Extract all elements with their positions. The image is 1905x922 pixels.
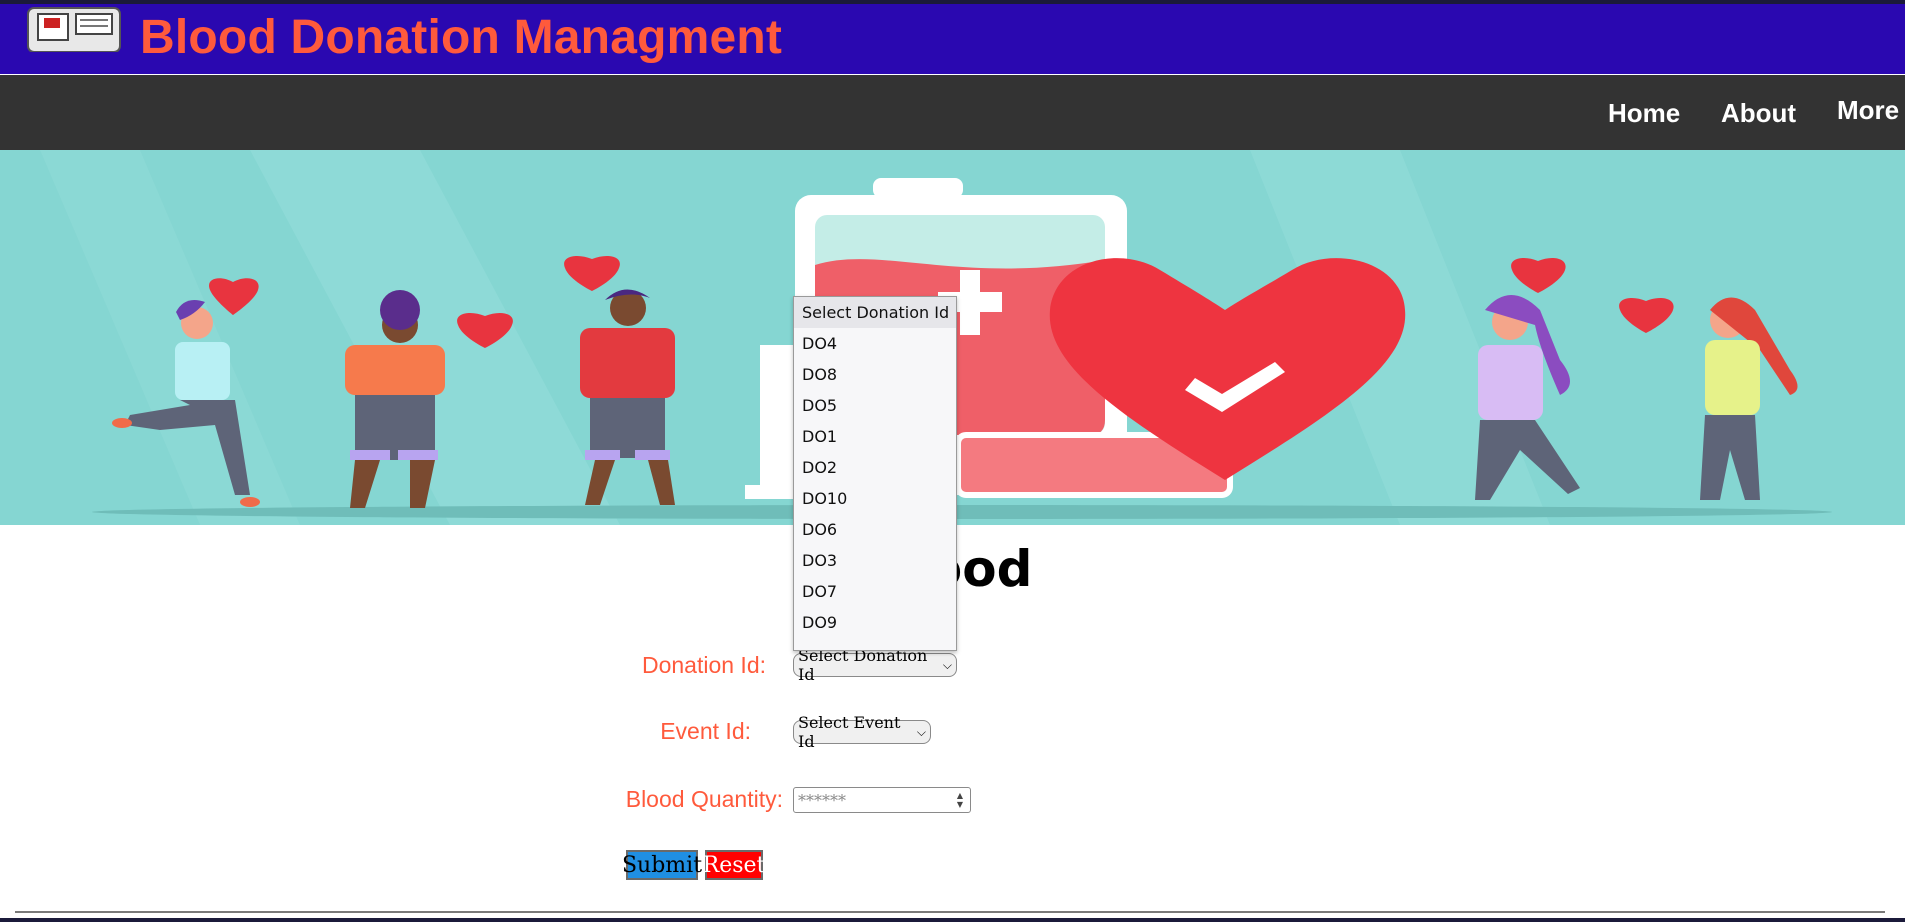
dropdown-option[interactable]: DO1	[794, 421, 956, 452]
dropdown-option[interactable]: DO9	[794, 607, 956, 638]
donation-id-label: Donation Id:	[641, 652, 766, 678]
logo-icon	[27, 7, 121, 52]
spinner-icon[interactable]: ▲ ▼	[952, 790, 968, 810]
dropdown-option[interactable]: DO8	[794, 359, 956, 390]
dropdown-option[interactable]: DO4	[794, 328, 956, 359]
event-id-label: Event Id:	[660, 718, 751, 744]
nav-home-link[interactable]: Home	[1608, 98, 1680, 129]
event-id-select-value: Select Event Id	[798, 713, 901, 751]
chevron-down-icon: ⌵	[942, 657, 952, 672]
site-header: Blood Donation Managment	[0, 4, 1905, 74]
dropdown-option[interactable]: Select Donation Id	[794, 297, 956, 328]
donation-id-dropdown-list[interactable]: Select Donation Id DO4 DO8 DO5 DO1 DO2 D…	[793, 296, 957, 651]
reset-button[interactable]: Reset	[703, 850, 765, 880]
nav-more-link[interactable]: More	[1837, 95, 1899, 126]
submit-button[interactable]: Submit	[622, 850, 702, 880]
nav-about-link[interactable]: About	[1721, 98, 1796, 129]
dropdown-option[interactable]: DO10	[794, 483, 956, 514]
bottom-strip	[0, 918, 1905, 922]
donation-id-select-value: Select Donation Id	[798, 646, 928, 684]
dropdown-option[interactable]: DO3	[794, 545, 956, 576]
navbar: Home About More	[0, 75, 1905, 150]
blood-quantity-input[interactable]: ****** ▲ ▼	[793, 787, 971, 813]
blood-quantity-label: Blood Quantity:	[625, 786, 783, 812]
dropdown-option[interactable]: DO7	[794, 576, 956, 607]
event-id-select[interactable]: Select Event Id ⌵	[793, 713, 931, 751]
site-title: Blood Donation Managment	[140, 11, 783, 64]
dropdown-option[interactable]: DO6	[794, 514, 956, 545]
chevron-down-icon: ⌵	[916, 724, 926, 739]
footer-divider	[15, 911, 1885, 913]
blood-quantity-placeholder: ******	[798, 790, 846, 810]
donation-id-select[interactable]: Select Donation Id ⌵	[793, 646, 957, 684]
dropdown-option[interactable]: DO2	[794, 452, 956, 483]
dropdown-option[interactable]: DO5	[794, 390, 956, 421]
